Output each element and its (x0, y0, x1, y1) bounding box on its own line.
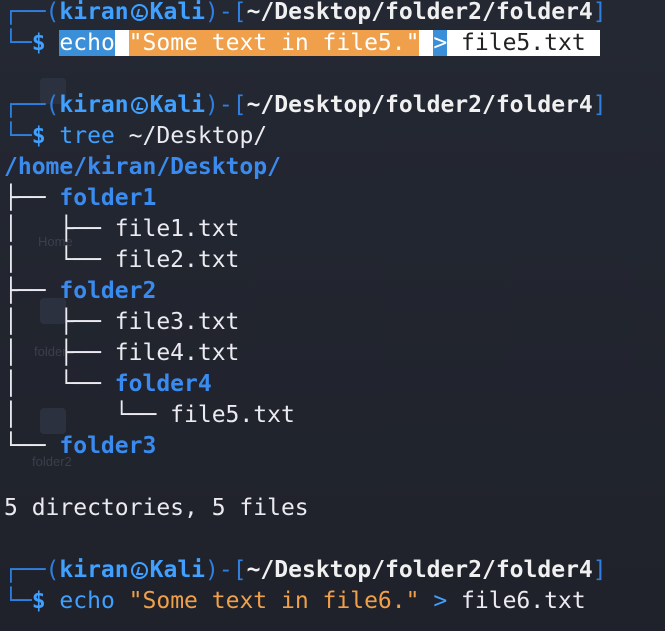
selected-command[interactable]: echo (59, 30, 115, 56)
command-line-2[interactable]: └─$ tree ~/Desktop/ (4, 121, 267, 152)
tree-item-file4: │ ├── file4.txt (4, 340, 240, 366)
prompt-line-3: ┌──(kiran Kali)-[~/Desktop/folder2/folder… (4, 557, 607, 583)
tree-item-folder4: │ └── folder4 (4, 371, 212, 397)
prompt-line-1: ┌──(kiran Kali)-[~/Desktop/folder2/folder… (4, 0, 607, 25)
tree-item-file3: │ ├── file3.txt (4, 309, 240, 335)
kali-skull-icon (130, 562, 148, 579)
tree-root: /home/kiran/Desktop/ (4, 154, 281, 180)
prompt-line-2: ┌──(kiran Kali)-[~/Desktop/folder2/folder… (4, 92, 607, 118)
kali-skull-icon (130, 97, 148, 114)
command-line-3[interactable]: └─$ echo "Some text in file6." > file6.t… (4, 586, 586, 617)
tree-item-file1: │ ├── file1.txt (4, 216, 240, 242)
command-line-1[interactable]: └─$ echo "Some text in file5." > file5.t… (4, 28, 600, 59)
tree-summary: 5 directories, 5 files (4, 495, 309, 521)
selected-filename[interactable]: file5.txt (461, 30, 586, 56)
kali-skull-icon (130, 4, 148, 21)
tree-item-folder3: └── folder3 (4, 433, 157, 459)
tree-item-file5: │ └── file5.txt (4, 402, 295, 428)
selected-string[interactable]: "Some text in file5." (128, 30, 420, 56)
tree-item-folder2: ├── folder2 (4, 278, 157, 304)
tree-item-file2: │ └── file2.txt (4, 247, 240, 273)
tree-item-folder1: ├── folder1 (4, 185, 157, 211)
